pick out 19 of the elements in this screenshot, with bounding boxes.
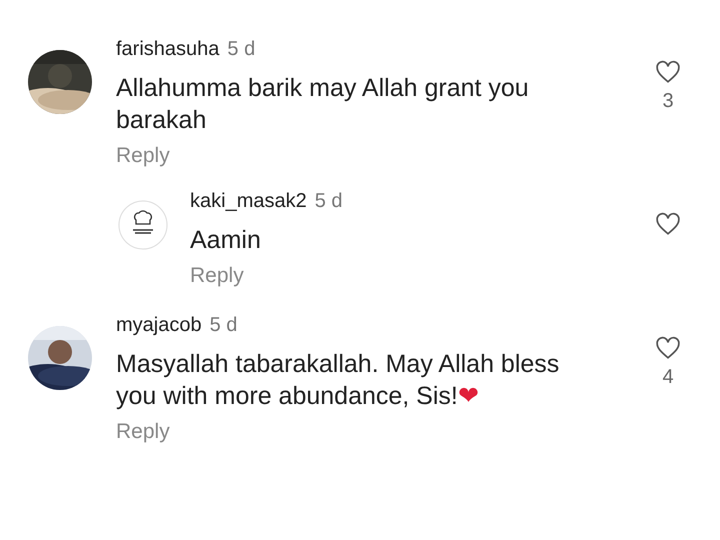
reply-link[interactable]: Reply xyxy=(116,420,170,444)
heart-emoji: ❤ xyxy=(458,382,479,410)
heart-icon[interactable] xyxy=(655,336,681,360)
username[interactable]: myajacob xyxy=(116,314,202,337)
comment-text: Aamin xyxy=(190,226,261,254)
heart-icon[interactable] xyxy=(655,60,681,84)
comment-time: 5 d xyxy=(210,314,238,337)
reply-link[interactable]: Reply xyxy=(116,144,170,168)
username[interactable]: farishasuha xyxy=(116,38,220,61)
comment-text: Masyallah tabarakallah. May Allah bless you with more abundance, Sis!❤ xyxy=(116,350,560,410)
reply-link[interactable]: Reply xyxy=(190,264,244,288)
chef-hat-logo-icon xyxy=(118,200,168,250)
username[interactable]: kaki_masak2 xyxy=(190,190,307,213)
like-count: 4 xyxy=(662,366,674,389)
like-count: 3 xyxy=(662,90,674,113)
comment-time: 5 d xyxy=(227,38,256,61)
comment-time: 5 d xyxy=(314,190,343,213)
heart-icon[interactable] xyxy=(655,212,681,236)
comment-text: Allahumma barik may Allah grant you barakah xyxy=(116,74,529,134)
